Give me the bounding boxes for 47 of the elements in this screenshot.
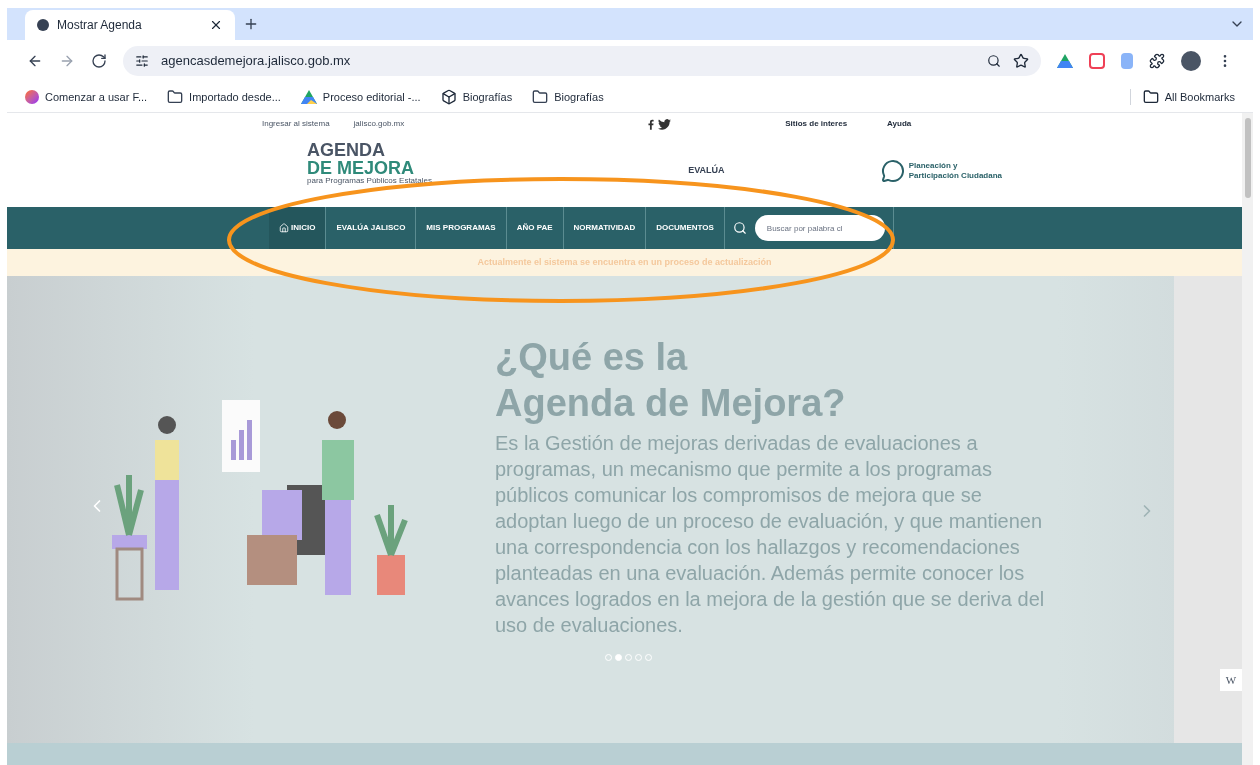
bookmark-item[interactable]: Proceso editorial -... [300, 88, 421, 106]
url-text: agencasdemejora.jalisco.gob.mx [161, 52, 352, 71]
zoom-icon[interactable] [987, 54, 1001, 68]
notice-bar: Actualmente el sistema se encuentra en un proceso de actualización [7, 249, 1242, 276]
profile-avatar[interactable] [1181, 51, 1201, 71]
site-info-icon[interactable] [135, 54, 149, 68]
evalua-logo: EVALÚA [688, 164, 725, 178]
nav-item[interactable]: INICIO [269, 207, 327, 249]
address-bar[interactable]: agencasdemejora.jalisco.gob.mx [123, 46, 1041, 76]
all-bookmarks-button[interactable]: All Bookmarks [1129, 88, 1235, 106]
widget-button[interactable]: W [1220, 669, 1242, 691]
bookmark-star-icon[interactable] [1013, 53, 1029, 69]
back-icon[interactable] [27, 53, 43, 69]
tab-title: Mostrar Agenda [57, 17, 143, 34]
search-icon[interactable] [732, 221, 747, 235]
pocket-icon[interactable] [1089, 53, 1105, 69]
hero-description: Es la Gestión de mejoras derivadas de evaluaciones a programas, un mecanismo que permite a los programas públicos comunicar los compromisos de mejora que se adoptan luego de un proceso de evaluación, y que mantienen una correspondencia con los hallazgos y recomendaciones planteadas en una evaluación. Además permite conocer los avances logrados en la mejora de la gestión que se deriva del uso de evaluaciones. [495, 431, 1045, 638]
speech-bubble-icon [880, 159, 905, 183]
hero-title: Agenda de Mejora? [495, 381, 847, 426]
cube-icon [440, 89, 457, 105]
new-tab-icon[interactable] [243, 16, 259, 32]
bookmark-item[interactable]: Comenzar a usar F... [25, 88, 148, 106]
triangle-icon[interactable] [1057, 54, 1073, 68]
folder-icon [1142, 89, 1159, 105]
top-link[interactable]: jalisco.gob.mx [353, 118, 405, 130]
triangle-icon [300, 90, 317, 104]
top-menu[interactable]: Sitios de interes [785, 118, 848, 130]
hero-title: ¿Qué es la [495, 335, 689, 380]
browser-tab[interactable]: Mostrar Agenda [25, 10, 235, 40]
facebook-icon[interactable] [648, 118, 655, 130]
planeacion-logo: Planeación y Participación Ciudadana [908, 161, 1002, 181]
agenda-logo: AGENDA DE MEJORA para Programas Públicos Estatales [307, 141, 432, 185]
top-menu[interactable]: Ayuda [887, 118, 912, 130]
reload-icon[interactable] [91, 53, 107, 69]
bookmark-item[interactable]: Importado desde... [167, 88, 281, 106]
tab-favicon [37, 19, 49, 31]
globe-icon [25, 90, 39, 104]
extensions-icon[interactable] [1149, 53, 1165, 69]
folder-icon [167, 89, 184, 105]
bird-icon[interactable] [658, 118, 672, 130]
home-icon [279, 223, 289, 233]
top-link[interactable]: Ingresar al sistema [262, 118, 330, 130]
bookmark-item[interactable]: Biografías [532, 88, 604, 106]
close-icon[interactable] [209, 18, 223, 32]
search-field[interactable]: Buscar por palabra cl [754, 215, 885, 241]
bookmark-item[interactable]: Biografías [440, 88, 513, 106]
folder-icon [532, 89, 549, 105]
